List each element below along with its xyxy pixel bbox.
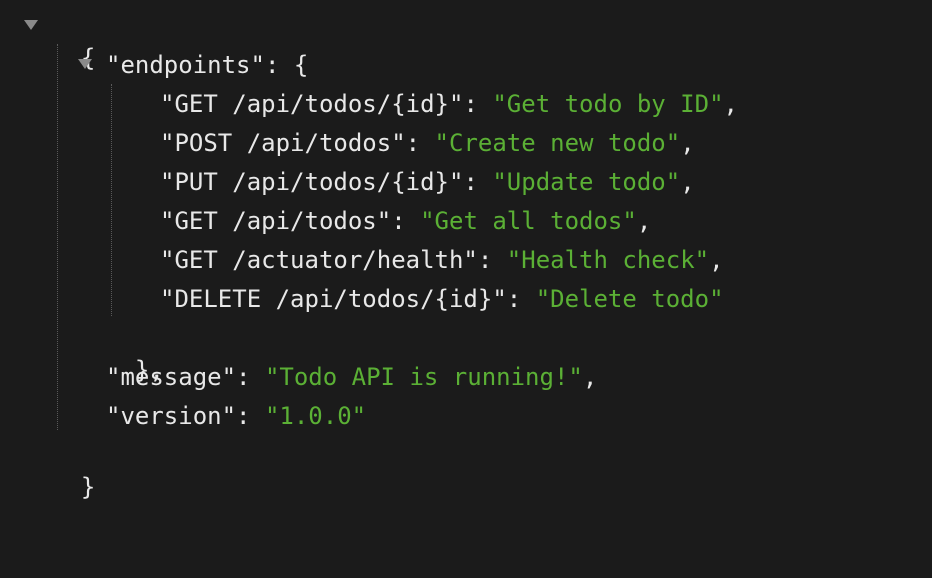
- comma: ,: [709, 246, 724, 274]
- endpoints-open-brace: {: [293, 51, 309, 79]
- endpoints-key: "endpoints": [106, 51, 265, 79]
- endpoint-key: "GET /api/todos/{id}": [160, 90, 464, 118]
- endpoint-key: "PUT /api/todos/{id}": [160, 168, 464, 196]
- endpoints-indent-guide: [111, 84, 112, 316]
- endpoint-row: "PUT /api/todos/{id}": "Update todo",: [160, 166, 695, 198]
- version-row: "version": "1.0.0": [106, 400, 366, 432]
- endpoint-key: "GET /actuator/health": [160, 246, 478, 274]
- separator: :: [236, 402, 265, 430]
- endpoint-row: "POST /api/todos": "Create new todo",: [160, 127, 695, 159]
- endpoints-row: "endpoints": {: [106, 49, 308, 81]
- separator: :: [463, 90, 493, 118]
- comma: ,: [723, 90, 738, 118]
- message-key: "message": [106, 363, 237, 391]
- endpoints-separator: :: [264, 51, 294, 79]
- version-value: "1.0.0": [264, 402, 367, 430]
- comma: ,: [636, 207, 652, 235]
- endpoint-value: "Update todo": [492, 168, 681, 196]
- message-value: "Todo API is running!": [264, 363, 583, 391]
- endpoint-row: "GET /actuator/health": "Health check",: [160, 244, 724, 276]
- endpoint-row: "GET /api/todos/{id}": "Get todo by ID",: [160, 88, 738, 120]
- root-indent-guide: [57, 44, 58, 430]
- endpoint-value: "Get todo by ID": [492, 90, 724, 118]
- collapse-endpoints-icon[interactable]: [78, 59, 92, 69]
- endpoints-close-brace: },: [106, 322, 164, 384]
- root-close-brace: }: [52, 439, 95, 501]
- separator: :: [506, 285, 536, 313]
- root-open-brace: {: [52, 10, 95, 72]
- endpoint-row: "GET /api/todos": "Get all todos",: [160, 205, 651, 237]
- endpoint-key: "GET /api/todos": [160, 207, 392, 235]
- separator: :: [405, 129, 435, 157]
- separator: :: [391, 207, 421, 235]
- endpoint-value: "Get all todos": [420, 207, 637, 235]
- collapse-root-icon[interactable]: [24, 20, 38, 30]
- endpoint-value: "Delete todo": [535, 285, 724, 313]
- endpoint-value: "Create new todo": [434, 129, 681, 157]
- endpoint-value: "Health check": [506, 246, 710, 274]
- endpoint-key: "POST /api/todos": [160, 129, 406, 157]
- comma: ,: [582, 363, 598, 391]
- version-key: "version": [106, 402, 237, 430]
- comma: ,: [680, 168, 695, 196]
- close-brace: }: [80, 473, 96, 501]
- endpoint-row: "DELETE /api/todos/{id}": "Delete todo": [160, 283, 724, 315]
- message-row: "message": "Todo API is running!",: [106, 361, 597, 393]
- separator: :: [236, 363, 265, 391]
- separator: :: [477, 246, 507, 274]
- comma: ,: [680, 129, 695, 157]
- endpoint-key: "DELETE /api/todos/{id}": [160, 285, 507, 313]
- separator: :: [463, 168, 493, 196]
